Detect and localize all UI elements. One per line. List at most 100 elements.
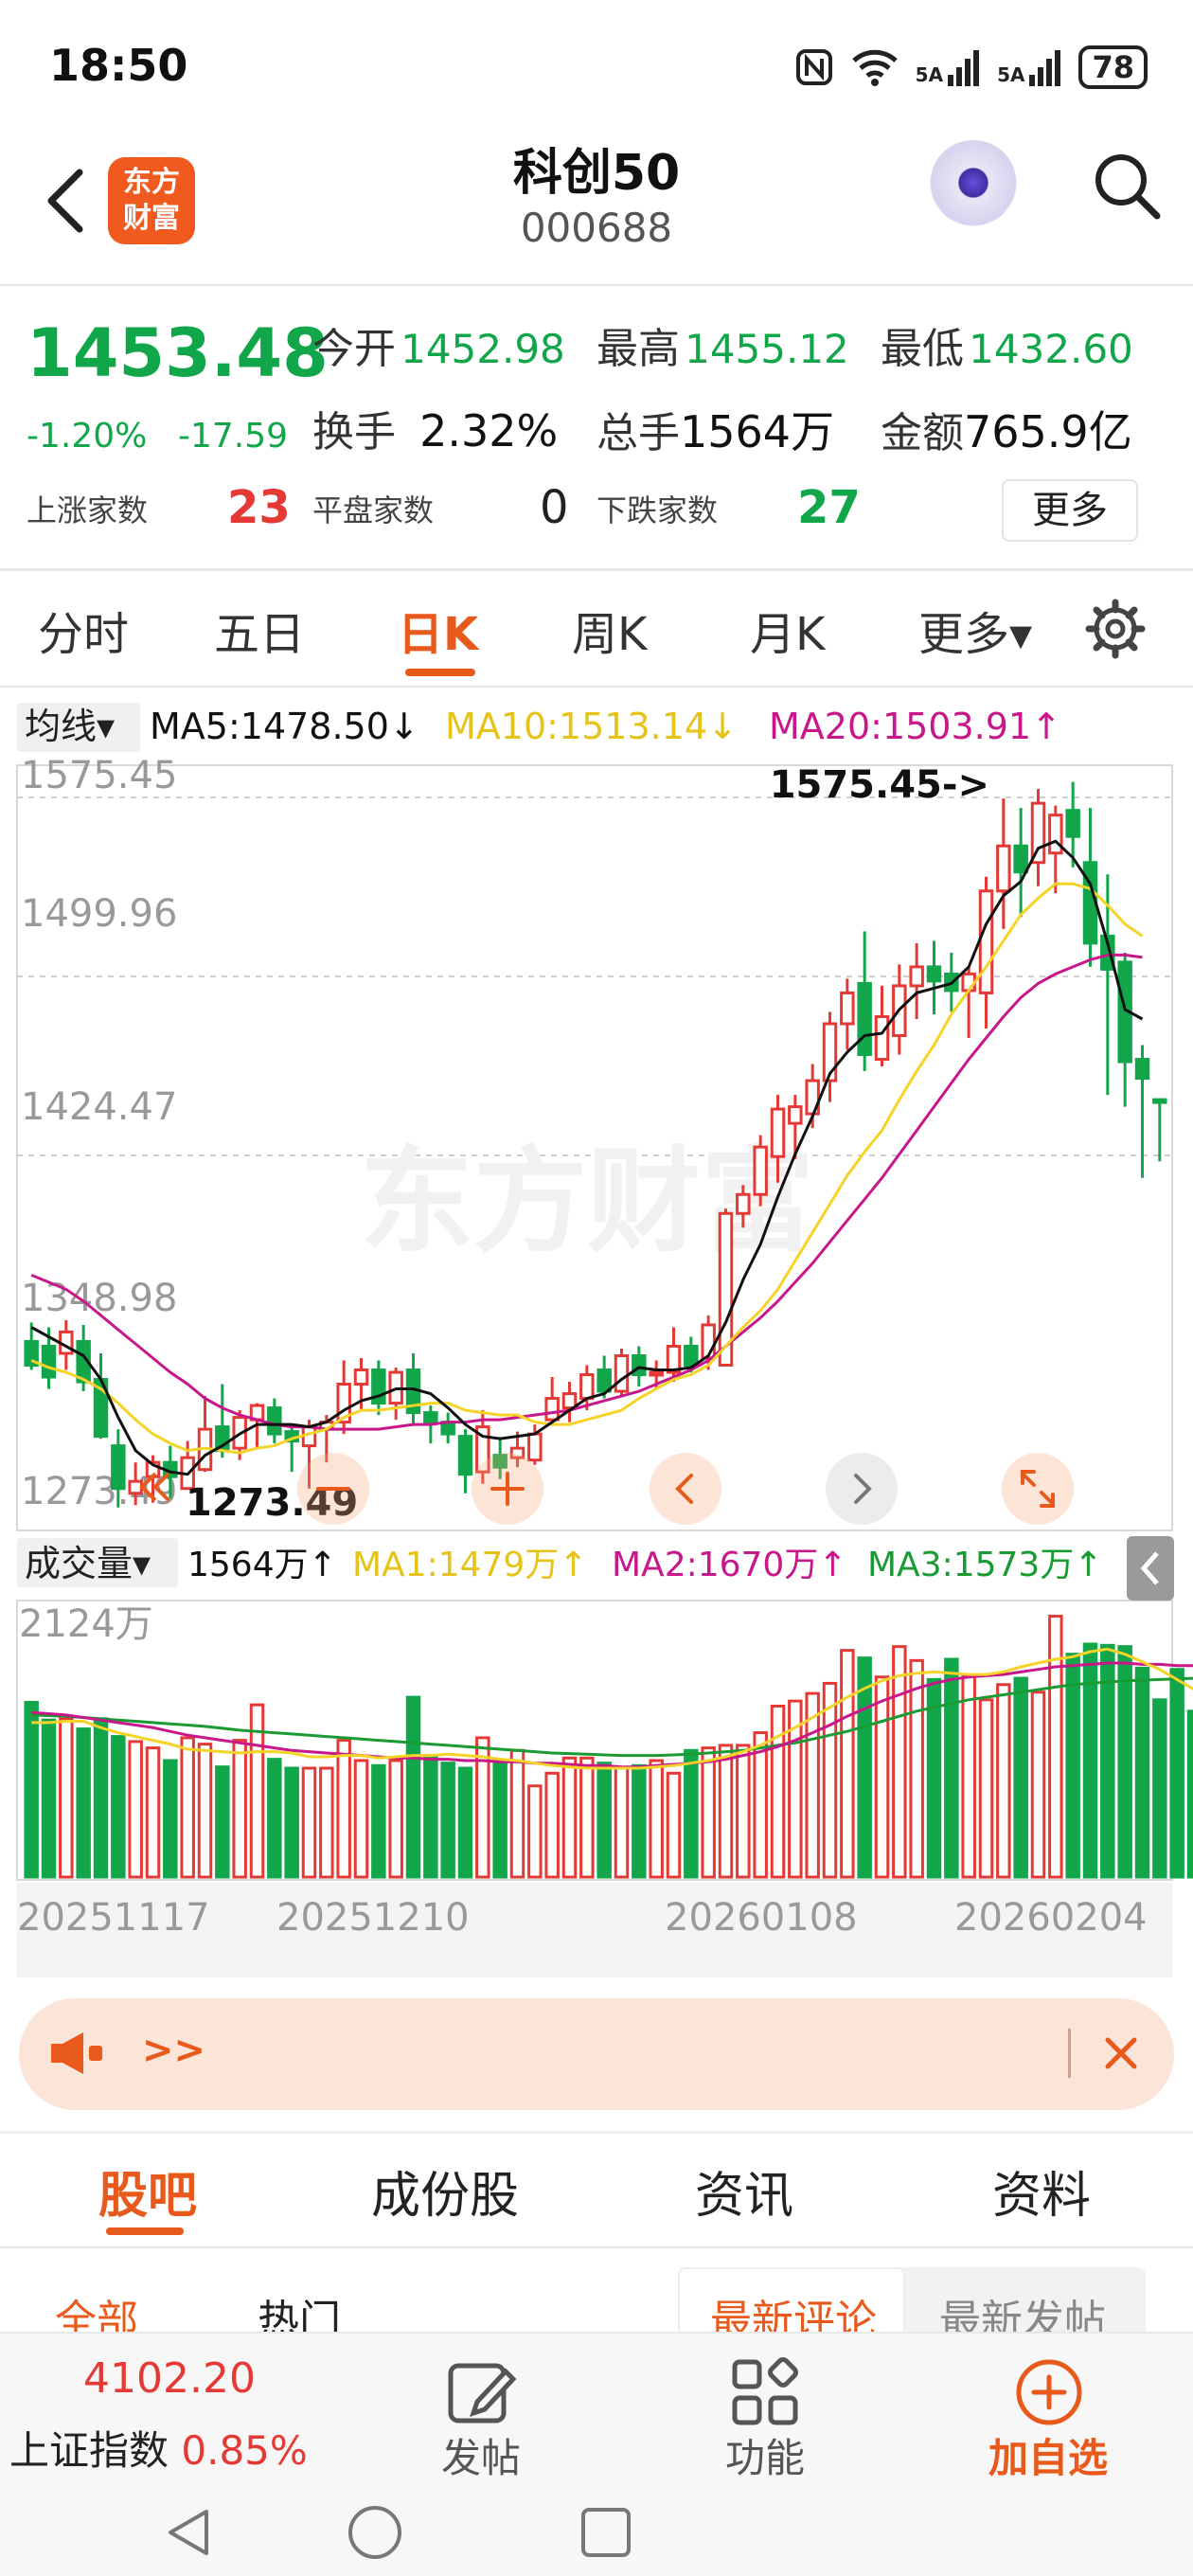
kline-chart[interactable]: 东方财富1575.451499.961424.471348.981273.49均… xyxy=(0,689,1193,1977)
volume-bar xyxy=(684,1748,699,1879)
status-icons: 5A 5A 78 xyxy=(794,44,1148,91)
scroll-right-button[interactable] xyxy=(826,1453,898,1525)
app-logo[interactable]: 东方 财富 xyxy=(108,157,195,244)
change-percent: -1.20% xyxy=(27,417,148,456)
more-quote-button[interactable]: 更多 xyxy=(1002,479,1138,542)
volume-bar xyxy=(197,1743,213,1879)
vol-selector[interactable]: 成交量▾ xyxy=(25,1543,151,1584)
tabs-divider xyxy=(0,686,1193,688)
tab-five-day[interactable]: 五日 xyxy=(214,597,305,663)
assistant-robot-icon[interactable] xyxy=(926,140,1021,235)
amount-label: 金额 xyxy=(881,409,964,457)
status-time: 18:50 xyxy=(49,40,188,91)
nfc-icon xyxy=(795,49,832,85)
volume-bar xyxy=(961,1673,976,1879)
candle-body xyxy=(736,1192,751,1215)
volume-bar xyxy=(978,1698,994,1879)
vol-ma3-legend: MA3:1573万↑ xyxy=(867,1546,1103,1584)
volume-bar xyxy=(492,1760,507,1879)
volume-bar xyxy=(145,1746,161,1879)
stock-code: 000688 xyxy=(520,205,673,251)
down-count-label: 下跌家数 xyxy=(596,492,719,528)
ma-selector[interactable]: 均线▾ xyxy=(25,706,115,747)
volume-bar xyxy=(753,1731,768,1879)
add-watchlist-label[interactable]: 加自选 xyxy=(988,2426,1108,2484)
candle-body xyxy=(874,1014,890,1062)
candle-body xyxy=(753,1145,768,1196)
date-tick-label: 20251210 xyxy=(276,1896,470,1940)
gear-icon[interactable] xyxy=(1085,599,1146,659)
ma5-legend: MA5:1478.50↓ xyxy=(150,706,419,747)
vol-now-legend: 1564万↑ xyxy=(187,1546,337,1584)
change-value: -17.59 xyxy=(178,417,289,456)
vol-ma1-legend: MA1:1479万↑ xyxy=(352,1546,588,1584)
candle-body xyxy=(457,1435,473,1476)
quote-divider xyxy=(0,568,1193,571)
back-arrow-icon[interactable] xyxy=(38,163,95,239)
index-row[interactable]: 上证指数 0.85% xyxy=(9,2419,308,2477)
edit-post-icon[interactable] xyxy=(443,2354,519,2430)
megaphone-icon xyxy=(51,2032,102,2074)
system-nav-bar xyxy=(0,2481,1193,2576)
search-icon[interactable] xyxy=(1089,148,1165,224)
volume-bar xyxy=(76,1727,91,1879)
low-value: 1432.60 xyxy=(969,326,1133,372)
candle-body xyxy=(423,1411,438,1424)
add-watchlist-icon[interactable] xyxy=(1011,2354,1087,2430)
wifi-icon xyxy=(851,49,898,86)
tab-guba[interactable]: 股吧 xyxy=(98,2156,197,2227)
volume-bar xyxy=(336,1739,351,1879)
notice-text[interactable]: >> xyxy=(142,2029,205,2072)
fullscreen-button[interactable] xyxy=(1002,1453,1074,1525)
tab-weekly-k[interactable]: 周K xyxy=(572,597,647,663)
grid-function-icon[interactable] xyxy=(727,2354,803,2430)
low-label: 最低 xyxy=(881,325,964,373)
volume-bar xyxy=(718,1744,734,1879)
candle-body xyxy=(353,1368,369,1386)
candle-body xyxy=(978,889,994,994)
nav-recents-icon[interactable] xyxy=(579,2506,632,2559)
volume-bar xyxy=(944,1657,959,1879)
candle-body xyxy=(596,1368,612,1393)
volume-bar xyxy=(596,1762,612,1879)
index-value[interactable]: 4102.20 xyxy=(83,2354,256,2403)
open-row: 今开 1452.98 xyxy=(312,314,565,375)
volume-bar xyxy=(388,1759,403,1879)
index-percent: 0.85% xyxy=(181,2427,308,2474)
tab-profile[interactable]: 资料 xyxy=(992,2156,1091,2227)
nav-home-icon[interactable] xyxy=(347,2504,403,2561)
candle-body xyxy=(1134,1058,1150,1081)
y-tick-label: 1499.96 xyxy=(21,892,177,936)
close-icon[interactable] xyxy=(1102,2034,1140,2072)
max-price-marker: 1575.45-> xyxy=(770,763,989,807)
index-name: 上证指数 xyxy=(9,2427,169,2474)
date-tick-label: 20251117 xyxy=(17,1896,210,1940)
tab-news[interactable]: 资讯 xyxy=(695,2156,793,2227)
collapse-button[interactable] xyxy=(1127,1536,1174,1601)
bottom-tabs-divider xyxy=(0,2246,1193,2248)
volume-bar xyxy=(1065,1653,1080,1879)
turnover-value: 2.32% xyxy=(419,405,559,456)
battery-icon: 78 xyxy=(1078,45,1148,89)
volume-bar xyxy=(41,1718,57,1879)
tab-daily-k[interactable]: 日K xyxy=(398,597,478,663)
volume-bar xyxy=(874,1675,890,1879)
volume-bar xyxy=(284,1766,299,1879)
tab-monthly-k[interactable]: 月K xyxy=(750,597,825,663)
candle-body xyxy=(926,965,942,983)
post-label[interactable]: 发帖 xyxy=(441,2426,521,2484)
signal-label: 5A xyxy=(915,63,944,86)
volume-bar xyxy=(1100,1643,1115,1879)
y-tick-label: 1424.47 xyxy=(21,1085,177,1129)
nav-back-icon[interactable] xyxy=(163,2506,216,2559)
tab-constituents[interactable]: 成份股 xyxy=(371,2156,519,2227)
candle-body xyxy=(527,1432,543,1462)
scroll-left-button[interactable] xyxy=(650,1453,721,1525)
tab-intraday[interactable]: 分时 xyxy=(38,597,129,663)
volume-bar xyxy=(527,1784,543,1879)
candle-body xyxy=(111,1444,126,1491)
tab-more[interactable]: 更多▾ xyxy=(918,597,1032,663)
candle-body xyxy=(961,972,976,993)
candle-body xyxy=(1065,809,1080,838)
function-label[interactable]: 功能 xyxy=(725,2426,805,2484)
